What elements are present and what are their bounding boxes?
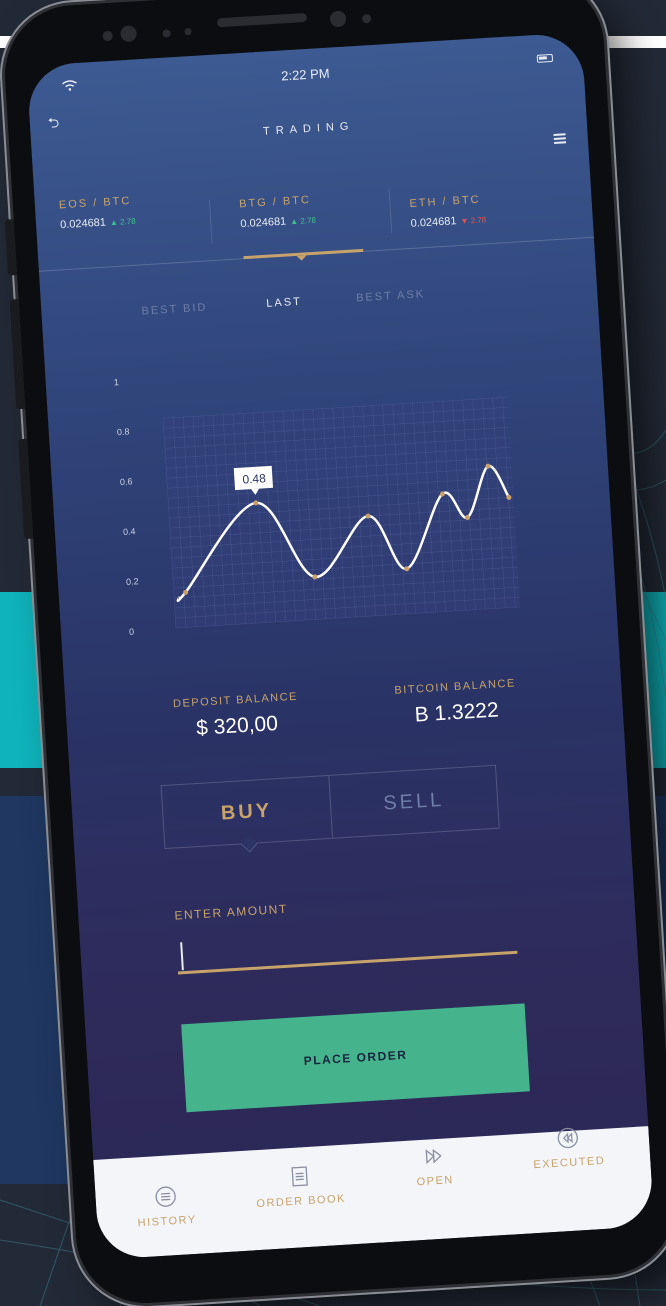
y-tick-label: 0.6 (120, 476, 133, 487)
y-tick-label: 1 (114, 377, 120, 387)
x-tick-label: 5:00 (399, 633, 420, 645)
chart-plot-area (163, 397, 521, 628)
nav-history-label: HISTORY (137, 1213, 197, 1230)
bitcoin-balance-label: BITCOIN BALANCE (394, 677, 517, 697)
pair-value: 0.024681 (410, 215, 457, 230)
nav-executed[interactable]: EXECUTED (502, 1123, 634, 1173)
page-title: TRADING (262, 120, 355, 138)
pair-change: ▲ 2.78 (109, 216, 136, 228)
sensor-dot (184, 27, 192, 36)
x-tick-label: 7:00 (493, 627, 514, 639)
volume-button (4, 219, 18, 276)
x-tick-label: 6:00 (446, 630, 467, 642)
sensor-dot (162, 29, 171, 38)
balances: DEPOSIT BALANCE $ 320,00 BITCOIN BALANCE… (135, 674, 578, 761)
sell-label: SELL (382, 788, 445, 815)
sensor-dot (120, 25, 138, 43)
buy-label: BUY (220, 798, 273, 825)
earpiece-speaker (216, 12, 308, 28)
highlight-label-text: 0.48 (242, 471, 266, 486)
document-icon (291, 1166, 308, 1187)
list-circle-icon (155, 1186, 176, 1207)
buy-button[interactable]: BUY (161, 775, 333, 853)
pair-change: ▼ 2.78 (460, 215, 487, 226)
background-scene: 2:22 PM ⮌ TRADING EOS / BTC 0.024681 ▲ 2.… (0, 0, 666, 1306)
pair-name: BTG / BTC (238, 193, 312, 211)
x-tick-label: 4:00 (352, 636, 373, 648)
y-tick-label: 0.2 (126, 576, 139, 587)
menu-icon[interactable] (553, 133, 567, 145)
deposit-balance-label: DEPOSIT BALANCE (172, 690, 299, 711)
place-order-button[interactable]: PLACE ORDER (181, 1003, 530, 1113)
amount-label: ENTER AMOUNT (174, 901, 289, 923)
bottom-nav: HISTORY ORDER BOOK OPEN EXECUTED (93, 1123, 655, 1260)
rewind-circle-icon (557, 1127, 578, 1149)
battery-icon (536, 53, 554, 63)
x-tick-label: 1:00 (210, 645, 231, 652)
tab-best-bid[interactable]: BEST BID (141, 301, 208, 317)
phone-device: 2:22 PM ⮌ TRADING EOS / BTC 0.024681 ▲ 2.… (0, 0, 666, 1306)
pair-value: 0.024681 (240, 215, 287, 231)
y-tick-label: 0.8 (117, 426, 130, 437)
nav-order-book[interactable]: ORDER BOOK (234, 1162, 366, 1212)
pair-active-caret (296, 255, 307, 261)
x-tick-label: 2:00 (258, 642, 279, 651)
bixby-button (18, 438, 34, 540)
chart-tabs: BEST BID LAST BEST ASK (141, 284, 502, 326)
nav-open-label: OPEN (416, 1174, 455, 1189)
front-camera (329, 10, 347, 28)
buy-sell-toggle: BUY SELL (160, 764, 500, 853)
buy-selected-caret (240, 835, 258, 853)
back-icon[interactable]: ⮌ (47, 112, 62, 131)
pair-item-btg-btc[interactable]: BTG / BTC 0.024681 ▲ 2.78 (238, 189, 401, 231)
pair-name: EOS / BTC (58, 194, 132, 212)
app-screen: 2:22 PM ⮌ TRADING EOS / BTC 0.024681 ▲ 2.… (26, 32, 655, 1260)
pair-name: ETH / BTC (409, 193, 481, 210)
sensor-dot (361, 13, 372, 24)
pair-value: 0.024681 (59, 216, 107, 232)
nav-order-book-label: ORDER BOOK (256, 1192, 347, 1211)
tab-last[interactable]: LAST (266, 296, 302, 310)
tab-best-ask[interactable]: BEST ASK (356, 288, 426, 304)
bitcoin-balance-value: B 1.3222 (413, 698, 500, 727)
volume-button (9, 298, 26, 410)
sell-button[interactable]: SELL (329, 766, 499, 838)
nav-history[interactable]: HISTORY (100, 1182, 232, 1232)
bitcoin-balance: BITCOIN BALANCE B 1.3222 (355, 675, 557, 731)
deposit-balance: DEPOSIT BALANCE $ 320,00 (135, 688, 337, 744)
price-chart: 0 0.2 0.4 0.6 0.8 1 1:00 2:00 3:00 4:00 5:00 6:00 7:… (114, 377, 521, 652)
nav-open[interactable]: OPEN (368, 1141, 500, 1191)
y-tick-label: 0.4 (123, 526, 136, 537)
pair-item-eth-btc[interactable]: ETH / BTC 0.024681 ▼ 2.78 (409, 188, 571, 230)
deposit-balance-value: $ 320,00 (195, 711, 279, 740)
nav-executed-label: EXECUTED (533, 1154, 606, 1172)
pair-change: ▲ 2.78 (289, 215, 317, 227)
sensor-dot (102, 30, 113, 42)
pair-item-eos-btc[interactable]: EOS / BTC 0.024681 ▲ 2.78 (58, 190, 221, 232)
amount-input[interactable] (175, 913, 518, 975)
fast-forward-icon (425, 1148, 442, 1165)
y-tick-label: 0 (129, 627, 135, 637)
x-tick-label: 3:00 (305, 639, 326, 651)
